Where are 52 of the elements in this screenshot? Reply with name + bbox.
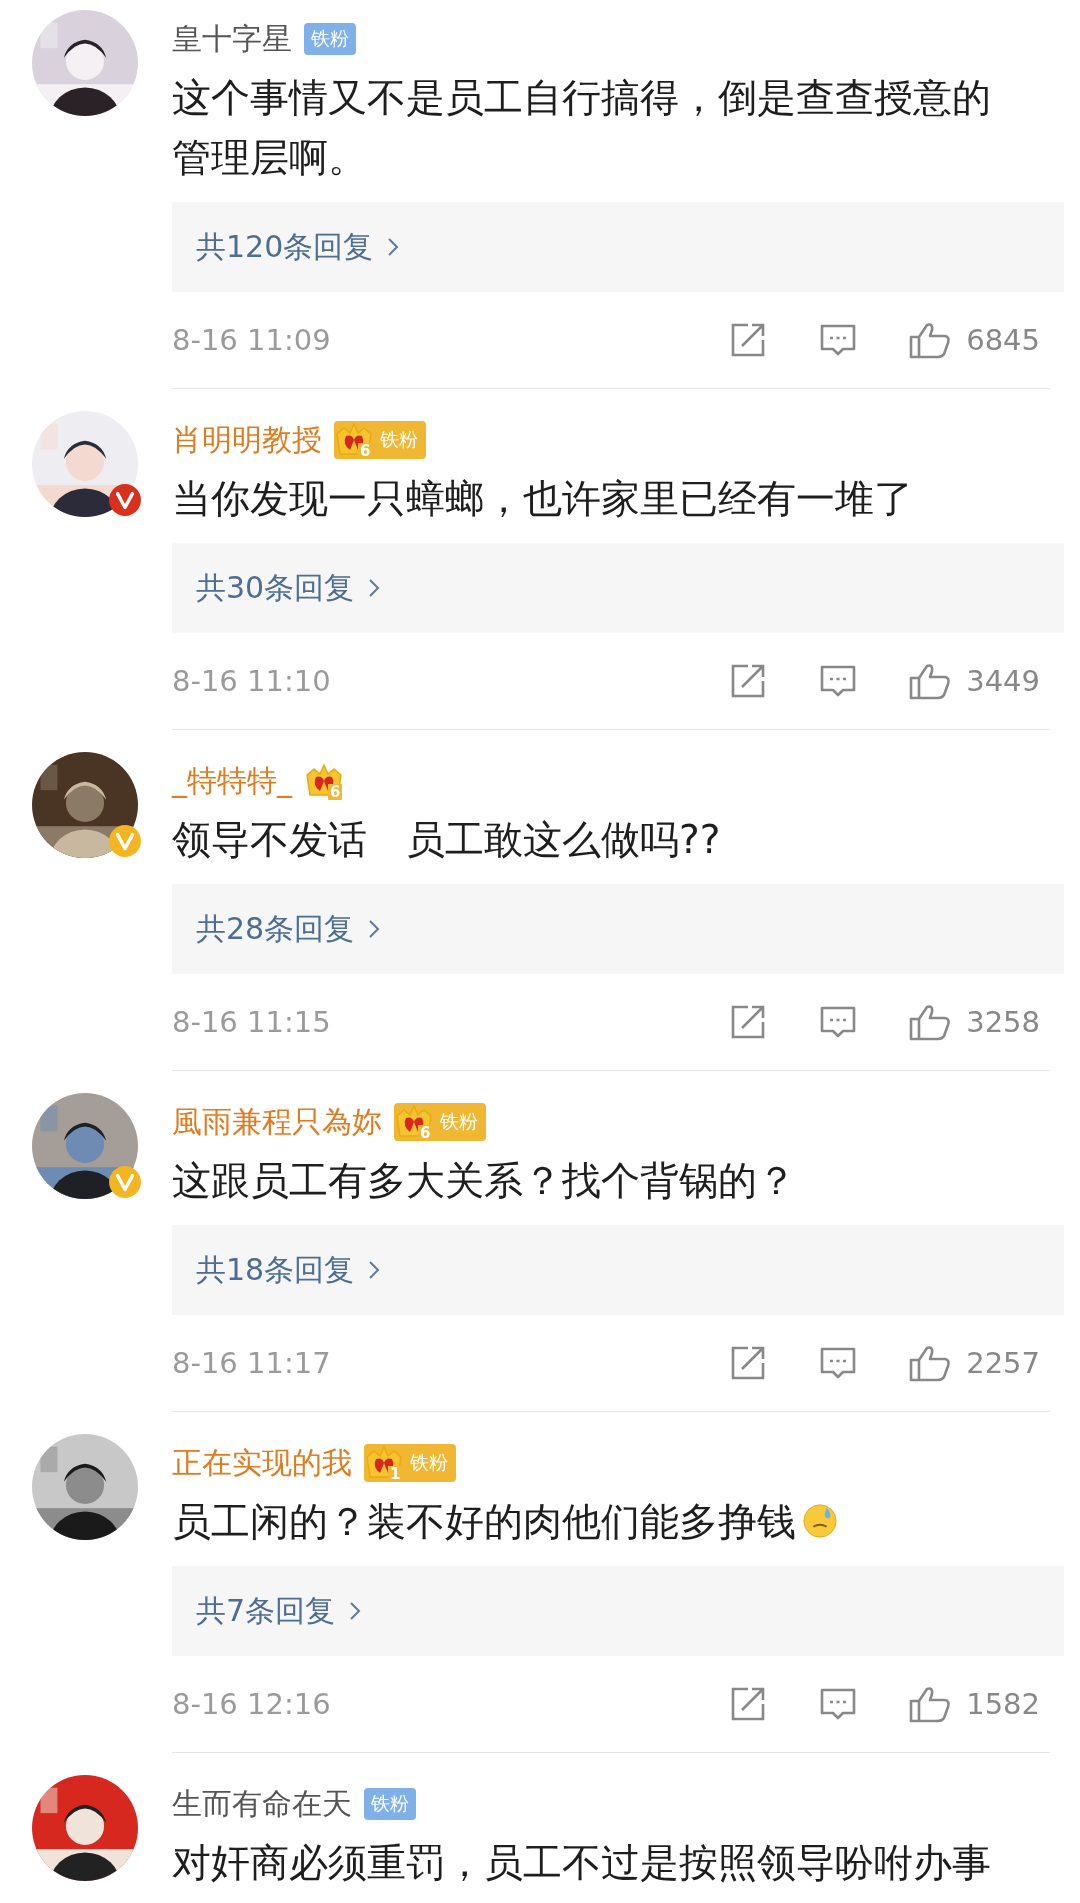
author-name[interactable]: 皇十字星: [172, 18, 292, 60]
chevron-right-icon: [368, 1260, 381, 1280]
level-number: 6: [328, 784, 343, 800]
reply-count-text: 共120条回复: [196, 227, 374, 266]
comment-time: 8-16 11:17: [172, 1346, 331, 1380]
comment-time: 8-16 11:10: [172, 664, 331, 698]
sweat-emoji-icon: [801, 1502, 840, 1540]
fan-tag: 铁粉: [304, 23, 356, 55]
level-number: 1: [388, 1466, 403, 1482]
thumbs-up-icon: [908, 1002, 953, 1042]
badge-label: 铁粉: [410, 1450, 448, 1475]
reply-count-text: 共7条回复: [196, 1591, 336, 1630]
comment-text: 领导不发话 员工敢这么做吗??: [172, 817, 721, 862]
chevron-right-icon: [349, 1601, 362, 1621]
comment-time: 8-16 12:16: [172, 1687, 331, 1721]
comment-time: 8-16 11:15: [172, 1005, 331, 1039]
thumbs-up-icon: [908, 320, 953, 360]
badge-label: 铁粉: [440, 1109, 478, 1134]
chevron-right-icon: [368, 578, 381, 598]
like-button[interactable]: 3258: [908, 1002, 1040, 1042]
reply-count-text: 共18条回复: [196, 1250, 355, 1289]
like-button[interactable]: 1582: [908, 1684, 1040, 1724]
level-number: 6: [418, 1125, 433, 1141]
replies-link[interactable]: 共30条回复: [172, 543, 1064, 633]
thumbs-up-icon: [908, 1343, 953, 1383]
reply-count-text: 共28条回复: [196, 909, 355, 948]
chevron-right-icon: [368, 919, 381, 939]
thumbs-up-icon: [908, 1684, 953, 1724]
author-name[interactable]: 正在实现的我: [172, 1442, 352, 1484]
comment-text: 当你发现一只蟑螂，也许家里已经有一堆了: [172, 476, 913, 521]
chevron-right-icon: [387, 237, 400, 257]
author-name[interactable]: 生而有命在天: [172, 1783, 352, 1825]
comment-text: 对奸商必须重罚，员工不过是按照领导吩咐办事: [172, 1840, 991, 1885]
author-name[interactable]: 肖明明教授: [172, 419, 322, 461]
like-button[interactable]: 2257: [908, 1343, 1040, 1383]
comment-text: 这跟员工有多大关系？找个背锅的？: [172, 1158, 796, 1203]
comment-text: 这个事情又不是员工自行搞得，倒是查查授意的管理层啊。: [172, 75, 991, 180]
author-name[interactable]: _特特特_: [172, 760, 292, 802]
author-name[interactable]: 風雨兼程只為妳: [172, 1101, 382, 1143]
badge-label: 铁粉: [380, 427, 418, 452]
fan-tag: 铁粉: [364, 1788, 416, 1820]
replies-link[interactable]: 共120条回复: [172, 202, 1064, 292]
thumbs-up-icon: [908, 661, 953, 701]
like-button[interactable]: 6845: [908, 320, 1040, 360]
comment-time: 8-16 11:09: [172, 323, 331, 357]
replies-link[interactable]: 共28条回复: [172, 884, 1064, 974]
level-number: 6: [358, 443, 373, 459]
comment-text: 员工闲的？装不好的肉他们能多挣钱: [172, 1499, 796, 1544]
replies-link[interactable]: 共18条回复: [172, 1225, 1064, 1315]
like-button[interactable]: 3449: [908, 661, 1040, 701]
replies-link[interactable]: 共7条回复: [172, 1566, 1064, 1656]
reply-count-text: 共30条回复: [196, 568, 355, 607]
